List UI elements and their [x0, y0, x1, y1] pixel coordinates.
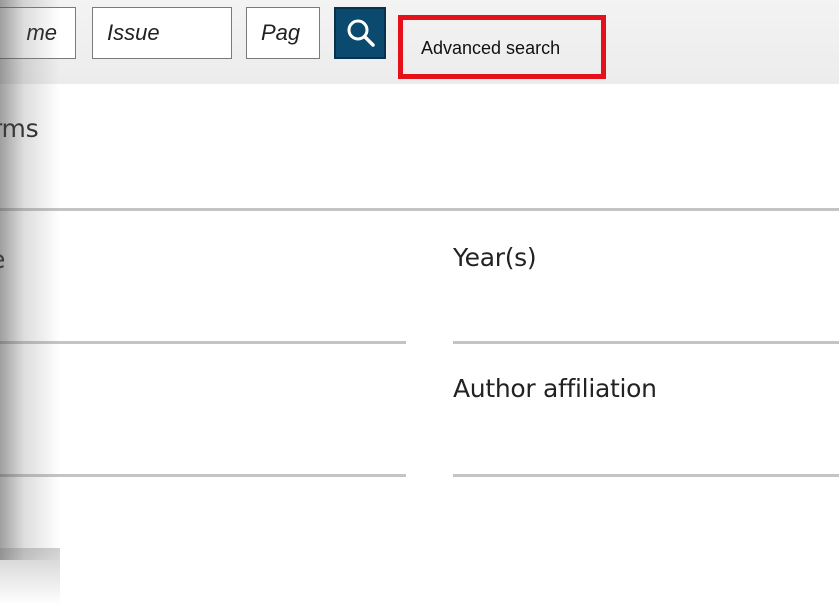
- page-input[interactable]: Pag: [246, 7, 320, 59]
- type-field[interactable]: [0, 341, 406, 344]
- type-label: e: [0, 245, 5, 274]
- search-icon: [347, 19, 375, 47]
- left-field-3[interactable]: [0, 474, 406, 477]
- search-terms-label: rms: [0, 114, 39, 143]
- issue-input[interactable]: Issue: [92, 7, 232, 59]
- advanced-search-label: Advanced search: [421, 38, 561, 58]
- years-field[interactable]: [453, 341, 839, 344]
- issue-input-text: Issue: [107, 20, 160, 45]
- search-form-panel: rms e Year(s) Author affiliation: [0, 84, 839, 605]
- search-bar: me Issue Pag Advanced search: [0, 0, 839, 84]
- volume-input[interactable]: me: [0, 7, 76, 59]
- author-affiliation-field[interactable]: [453, 474, 839, 477]
- search-button[interactable]: [334, 7, 386, 59]
- author-affiliation-label: Author affiliation: [453, 374, 657, 403]
- page-input-text: Pag: [261, 20, 301, 45]
- advanced-search-link[interactable]: Advanced search: [398, 15, 606, 79]
- years-label: Year(s): [453, 243, 537, 272]
- search-terms-field[interactable]: [0, 208, 839, 211]
- volume-input-text: me: [26, 20, 57, 45]
